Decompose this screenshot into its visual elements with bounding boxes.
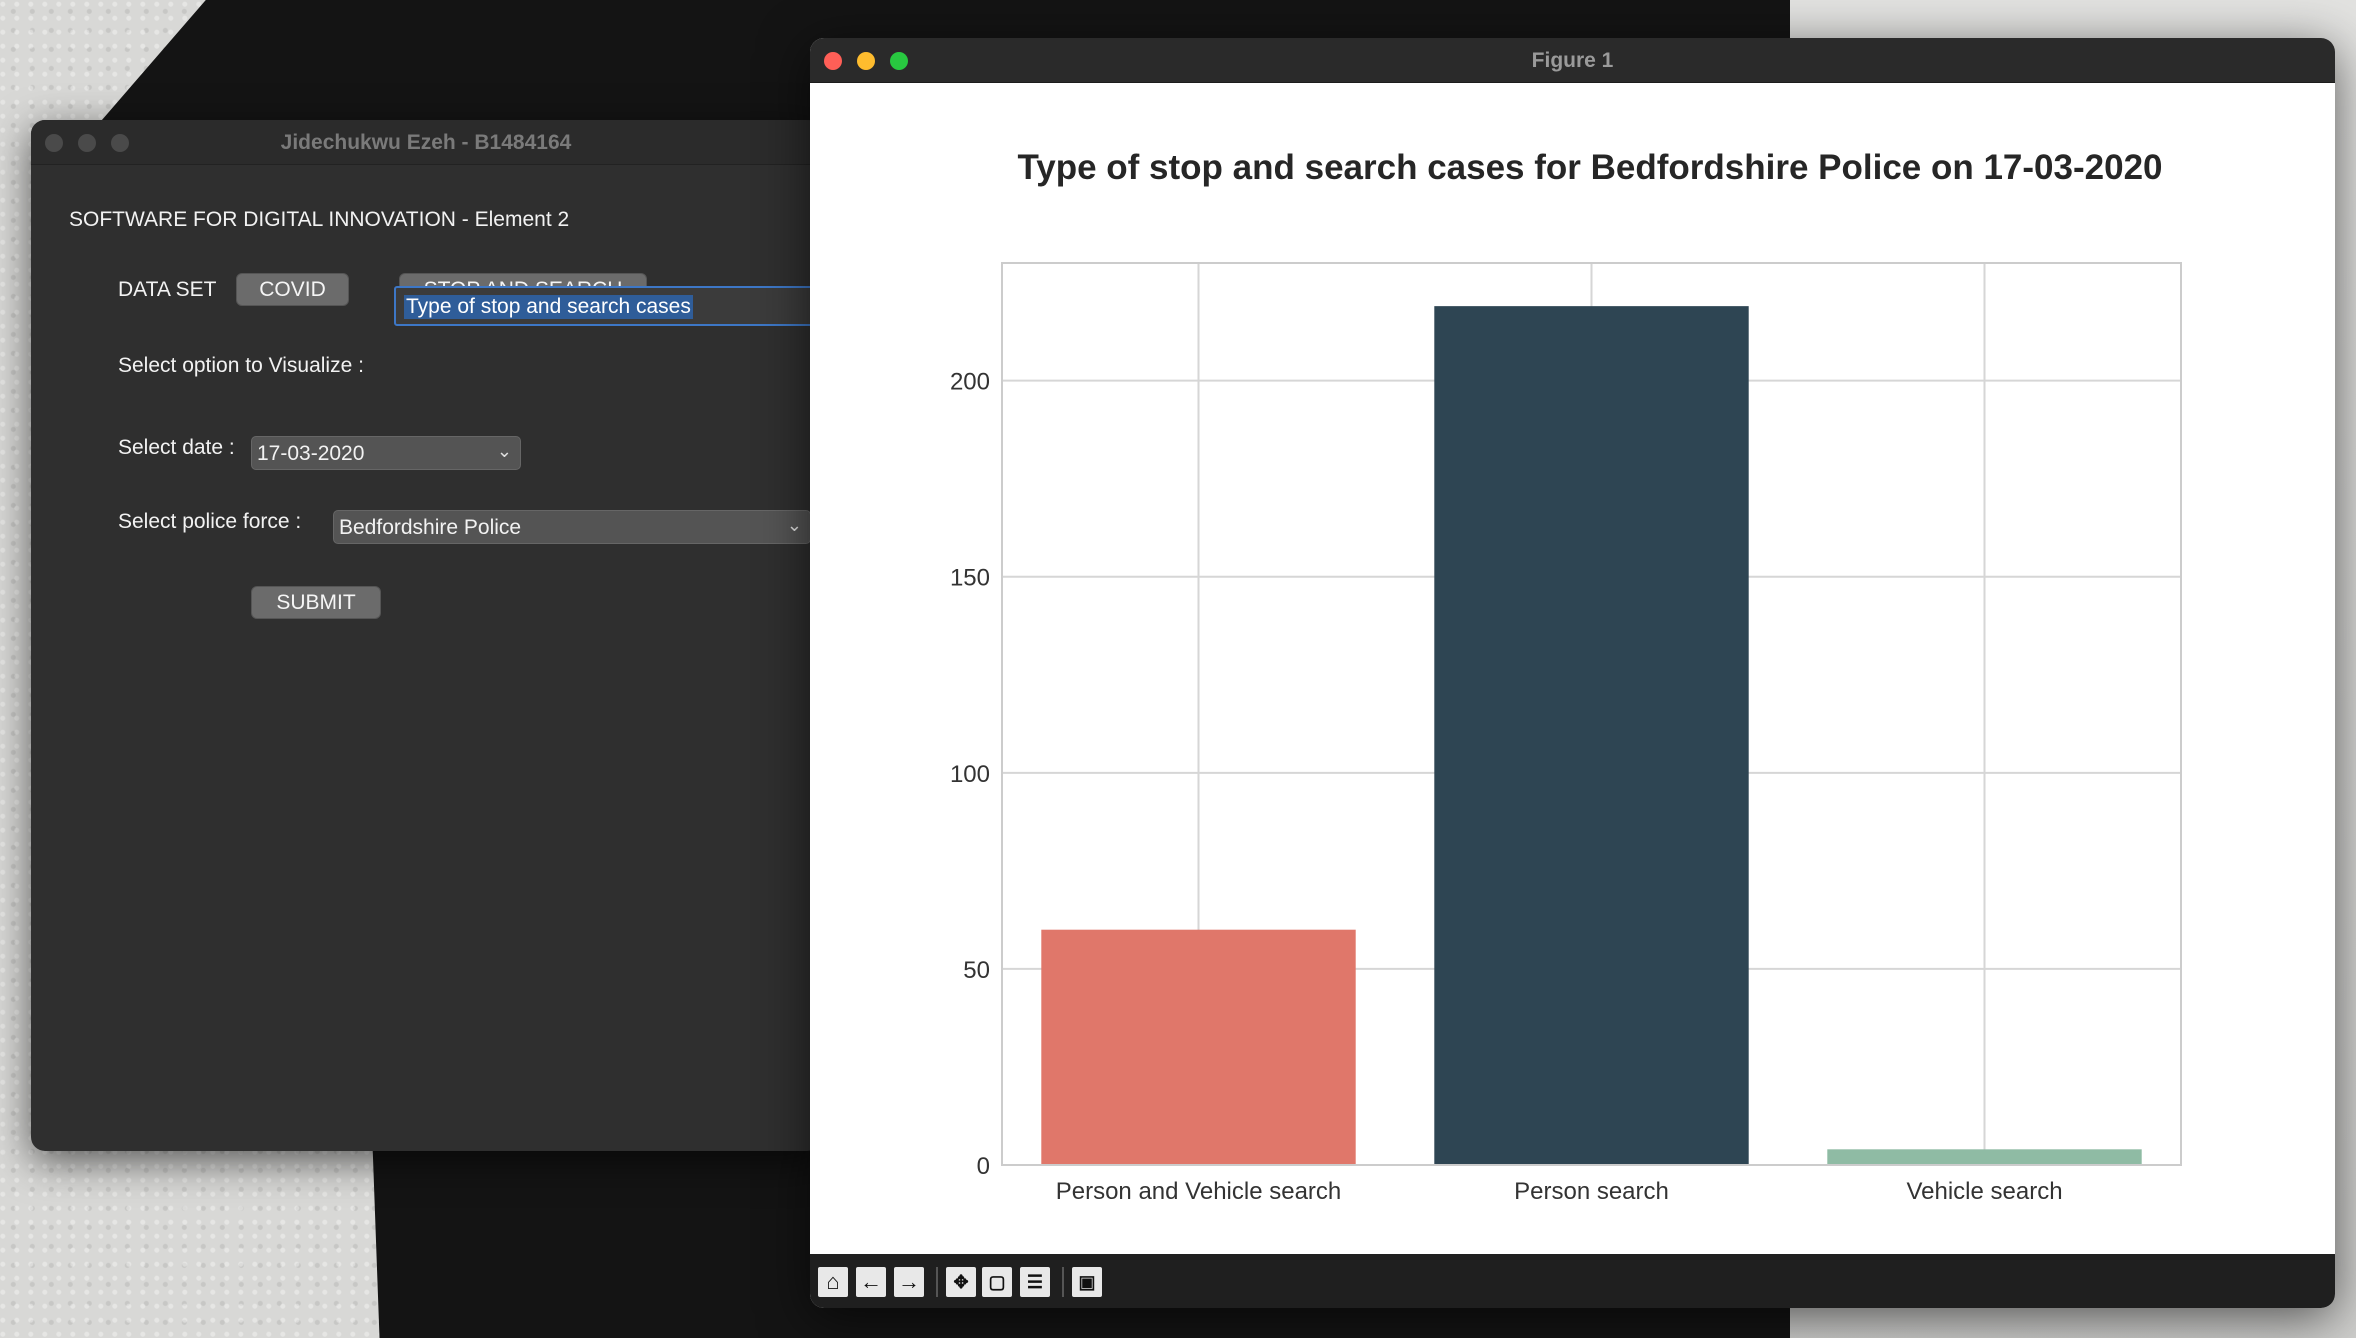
- police-force-label: Select police force :: [118, 510, 302, 533]
- date-label: Select date :: [118, 436, 235, 459]
- y-tick-label: 150: [950, 565, 990, 592]
- app-heading: SOFTWARE FOR DIGITAL INNOVATION - Elemen…: [69, 208, 570, 231]
- y-tick-label: 0: [977, 1153, 990, 1180]
- figure-titlebar[interactable]: Figure 1: [810, 38, 2335, 83]
- x-tick-label: Person search: [1514, 1178, 1669, 1205]
- tk-app-window: Jidechukwu Ezeh - B1484164 SOFTWARE FOR …: [31, 120, 821, 1151]
- toolbar-separator: [1062, 1267, 1064, 1297]
- chart-title: Type of stop and search cases for Bedfor…: [1017, 148, 2162, 187]
- bar: [1827, 1149, 2142, 1165]
- x-tick-label: Person and Vehicle search: [1056, 1178, 1342, 1205]
- save-icon[interactable]: ▣: [1072, 1267, 1102, 1297]
- covid-button[interactable]: COVID: [236, 273, 349, 306]
- bar: [1041, 929, 1356, 1165]
- chevron-down-icon: ⌄: [496, 441, 512, 461]
- x-tick-labels: Person and Vehicle search Person search Ve…: [1056, 1178, 2063, 1205]
- tk-window-title: Jidechukwu Ezeh - B1484164: [280, 131, 572, 154]
- figure-toolbar: ⌂ ← → ✥ ▢ ☰ ▣: [810, 1254, 2335, 1308]
- police-force-select[interactable]: Bedfordshire Police ⌄: [333, 510, 811, 544]
- visualize-label: Select option to Visualize :: [118, 354, 364, 377]
- pan-icon[interactable]: ✥: [946, 1267, 976, 1297]
- zoom-icon[interactable]: ▢: [982, 1267, 1012, 1297]
- chevron-down-icon: ⌄: [786, 515, 802, 535]
- x-tick-label: Vehicle search: [1906, 1178, 2062, 1205]
- y-tick-labels: 0 50 100 150 200: [950, 369, 990, 1180]
- visualize-option-value: Type of stop and search cases: [404, 295, 693, 319]
- figure-window: Figure 1 Type of stop and search cases f…: [810, 38, 2335, 1308]
- toolbar-separator: [936, 1267, 938, 1297]
- date-select-value: 17-03-2020: [257, 442, 365, 465]
- visualize-option-field[interactable]: Type of stop and search cases: [394, 286, 821, 326]
- submit-button[interactable]: SUBMIT: [251, 586, 381, 619]
- figure-window-title: Figure 1: [1531, 49, 1614, 72]
- configure-subplots-icon[interactable]: ☰: [1020, 1267, 1050, 1297]
- back-arrow-icon[interactable]: ←: [856, 1267, 886, 1297]
- y-tick-label: 100: [950, 761, 990, 788]
- y-tick-label: 50: [963, 957, 990, 984]
- dataset-label: DATA SET: [118, 278, 217, 301]
- date-select[interactable]: 17-03-2020 ⌄: [251, 436, 521, 470]
- figure-canvas[interactable]: Type of stop and search cases for Bedfor…: [810, 83, 2335, 1253]
- forward-arrow-icon[interactable]: →: [894, 1267, 924, 1297]
- chart-bars: [1041, 306, 2142, 1165]
- police-force-select-value: Bedfordshire Police: [339, 516, 522, 539]
- bar-chart: Type of stop and search cases for Bedfor…: [950, 148, 2182, 1205]
- tk-titlebar[interactable]: Jidechukwu Ezeh - B1484164: [31, 120, 821, 165]
- bar: [1434, 306, 1749, 1165]
- home-icon[interactable]: ⌂: [818, 1267, 848, 1297]
- y-tick-label: 200: [950, 369, 990, 396]
